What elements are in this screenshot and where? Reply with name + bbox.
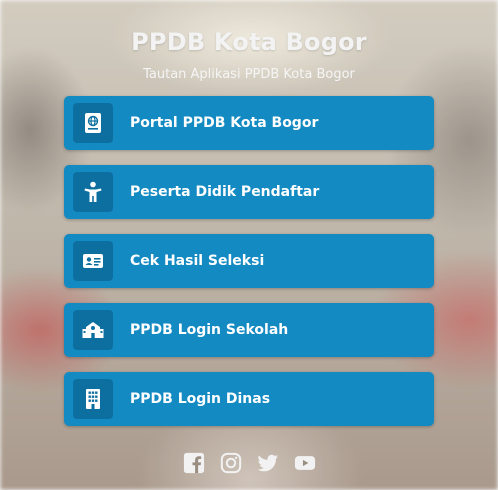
page-subtitle: Tautan Aplikasi PPDB Kota Bogor bbox=[143, 67, 355, 82]
login-sekolah-button[interactable]: PPDB Login Sekolah bbox=[64, 303, 434, 357]
link-list: Portal PPDB Kota Bogor Peserta Didik Pen… bbox=[64, 96, 434, 441]
social-links bbox=[0, 452, 498, 474]
login-dinas-label: PPDB Login Dinas bbox=[130, 391, 271, 407]
cek-hasil-seleksi-label: Cek Hasil Seleksi bbox=[130, 253, 265, 269]
login-sekolah-label: PPDB Login Sekolah bbox=[130, 322, 289, 338]
instagram-icon[interactable] bbox=[220, 452, 242, 474]
child-icon bbox=[73, 172, 113, 212]
twitter-icon[interactable] bbox=[257, 452, 279, 474]
portal-ppdb-label: Portal PPDB Kota Bogor bbox=[130, 115, 319, 131]
login-dinas-button[interactable]: PPDB Login Dinas bbox=[64, 372, 434, 426]
cek-hasil-seleksi-button[interactable]: Cek Hasil Seleksi bbox=[64, 234, 434, 288]
page-title: PPDB Kota Bogor bbox=[131, 28, 367, 56]
facebook-icon[interactable] bbox=[183, 452, 205, 474]
school-icon bbox=[73, 310, 113, 350]
youtube-icon[interactable] bbox=[294, 452, 316, 474]
globe-book-icon bbox=[73, 103, 113, 143]
peserta-didik-button[interactable]: Peserta Didik Pendaftar bbox=[64, 165, 434, 219]
id-card-icon bbox=[73, 241, 113, 281]
peserta-didik-label: Peserta Didik Pendaftar bbox=[130, 184, 320, 200]
building-icon bbox=[73, 379, 113, 419]
portal-ppdb-button[interactable]: Portal PPDB Kota Bogor bbox=[64, 96, 434, 150]
